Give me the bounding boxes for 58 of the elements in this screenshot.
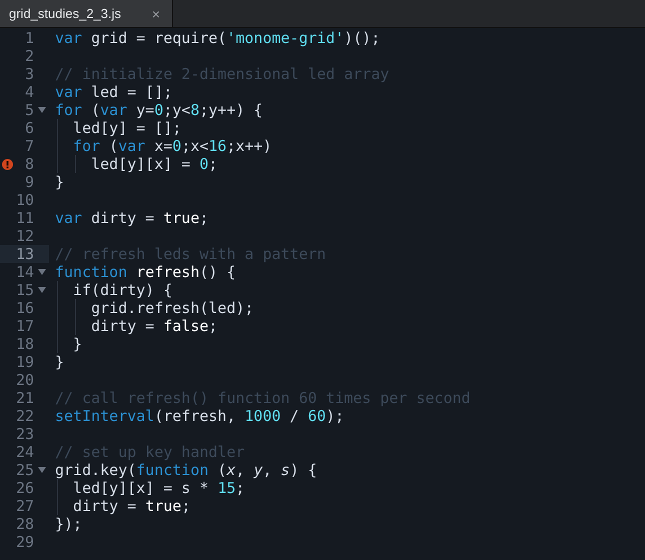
line-number: 23 [14, 425, 34, 443]
fold-icon[interactable] [38, 467, 46, 473]
code-line: dirty = true; [72, 497, 190, 515]
code-line: // initialize 2-dimensional led array [55, 65, 390, 83]
file-tab[interactable]: grid_studies_2_3.js × [0, 0, 173, 27]
code-line: function refresh() { [55, 263, 236, 281]
line-number: 15 [14, 281, 34, 299]
fold-icon[interactable] [38, 107, 46, 113]
line-number: 24 [14, 443, 34, 461]
code-line: led[y][x] = 0; [90, 155, 218, 173]
line-number: 9 [24, 173, 34, 191]
fold-icon[interactable] [38, 269, 46, 275]
line-number: 3 [24, 65, 34, 83]
line-number: 25 [14, 461, 34, 479]
code-line: var led = []; [55, 83, 172, 101]
line-number: 6 [24, 119, 34, 137]
line-number: 16 [14, 299, 34, 317]
code-line: for (var y=0;y<8;y++) { [55, 101, 263, 119]
line-number: 1 [24, 29, 34, 47]
fold-icon[interactable] [38, 287, 46, 293]
code-line: // refresh leds with a pattern [55, 245, 326, 263]
line-number: 28 [14, 515, 34, 533]
line-number: 18 [14, 335, 34, 353]
code-line: var grid = require('monome-grid')(); [55, 29, 380, 47]
line-number: 17 [14, 317, 34, 335]
line-number: 10 [14, 191, 34, 209]
code-line: dirty = false; [90, 317, 218, 335]
code-line: // set up key handler [55, 443, 245, 461]
code-line: } [55, 173, 64, 191]
code-line: if(dirty) { [72, 281, 172, 299]
line-number: 5 [24, 101, 34, 119]
close-icon[interactable]: × [152, 6, 160, 22]
code-line: led[y][x] = s * 15; [72, 479, 245, 497]
code-line: led[y] = []; [72, 119, 182, 137]
line-number: 13 [14, 245, 34, 263]
code-line: } [72, 335, 82, 353]
line-number: 27 [14, 497, 34, 515]
line-number: 22 [14, 407, 34, 425]
line-number: 12 [14, 227, 34, 245]
line-number: 19 [14, 353, 34, 371]
line-number: 7 [24, 137, 34, 155]
code-line: for (var x=0;x<16;x++) [72, 137, 272, 155]
code-line: grid.refresh(led); [90, 299, 254, 317]
line-number: 14 [14, 263, 34, 281]
line-number: 8 [24, 155, 34, 173]
code-line: var dirty = true; [55, 209, 209, 227]
line-number: 20 [14, 371, 34, 389]
code-line: } [55, 353, 64, 371]
line-number: 2 [24, 47, 34, 65]
line-number: 26 [14, 479, 34, 497]
line-number: 21 [14, 389, 34, 407]
code-line: // call refresh() function 60 times per second [55, 389, 470, 407]
line-number: 29 [14, 533, 34, 551]
code-line: grid.key(function (x, y, s) { [55, 461, 317, 479]
line-number: 4 [24, 83, 34, 101]
code-line: setInterval(refresh, 1000 / 60); [55, 407, 344, 425]
code-line: }); [55, 515, 82, 533]
line-number: 11 [14, 209, 34, 227]
